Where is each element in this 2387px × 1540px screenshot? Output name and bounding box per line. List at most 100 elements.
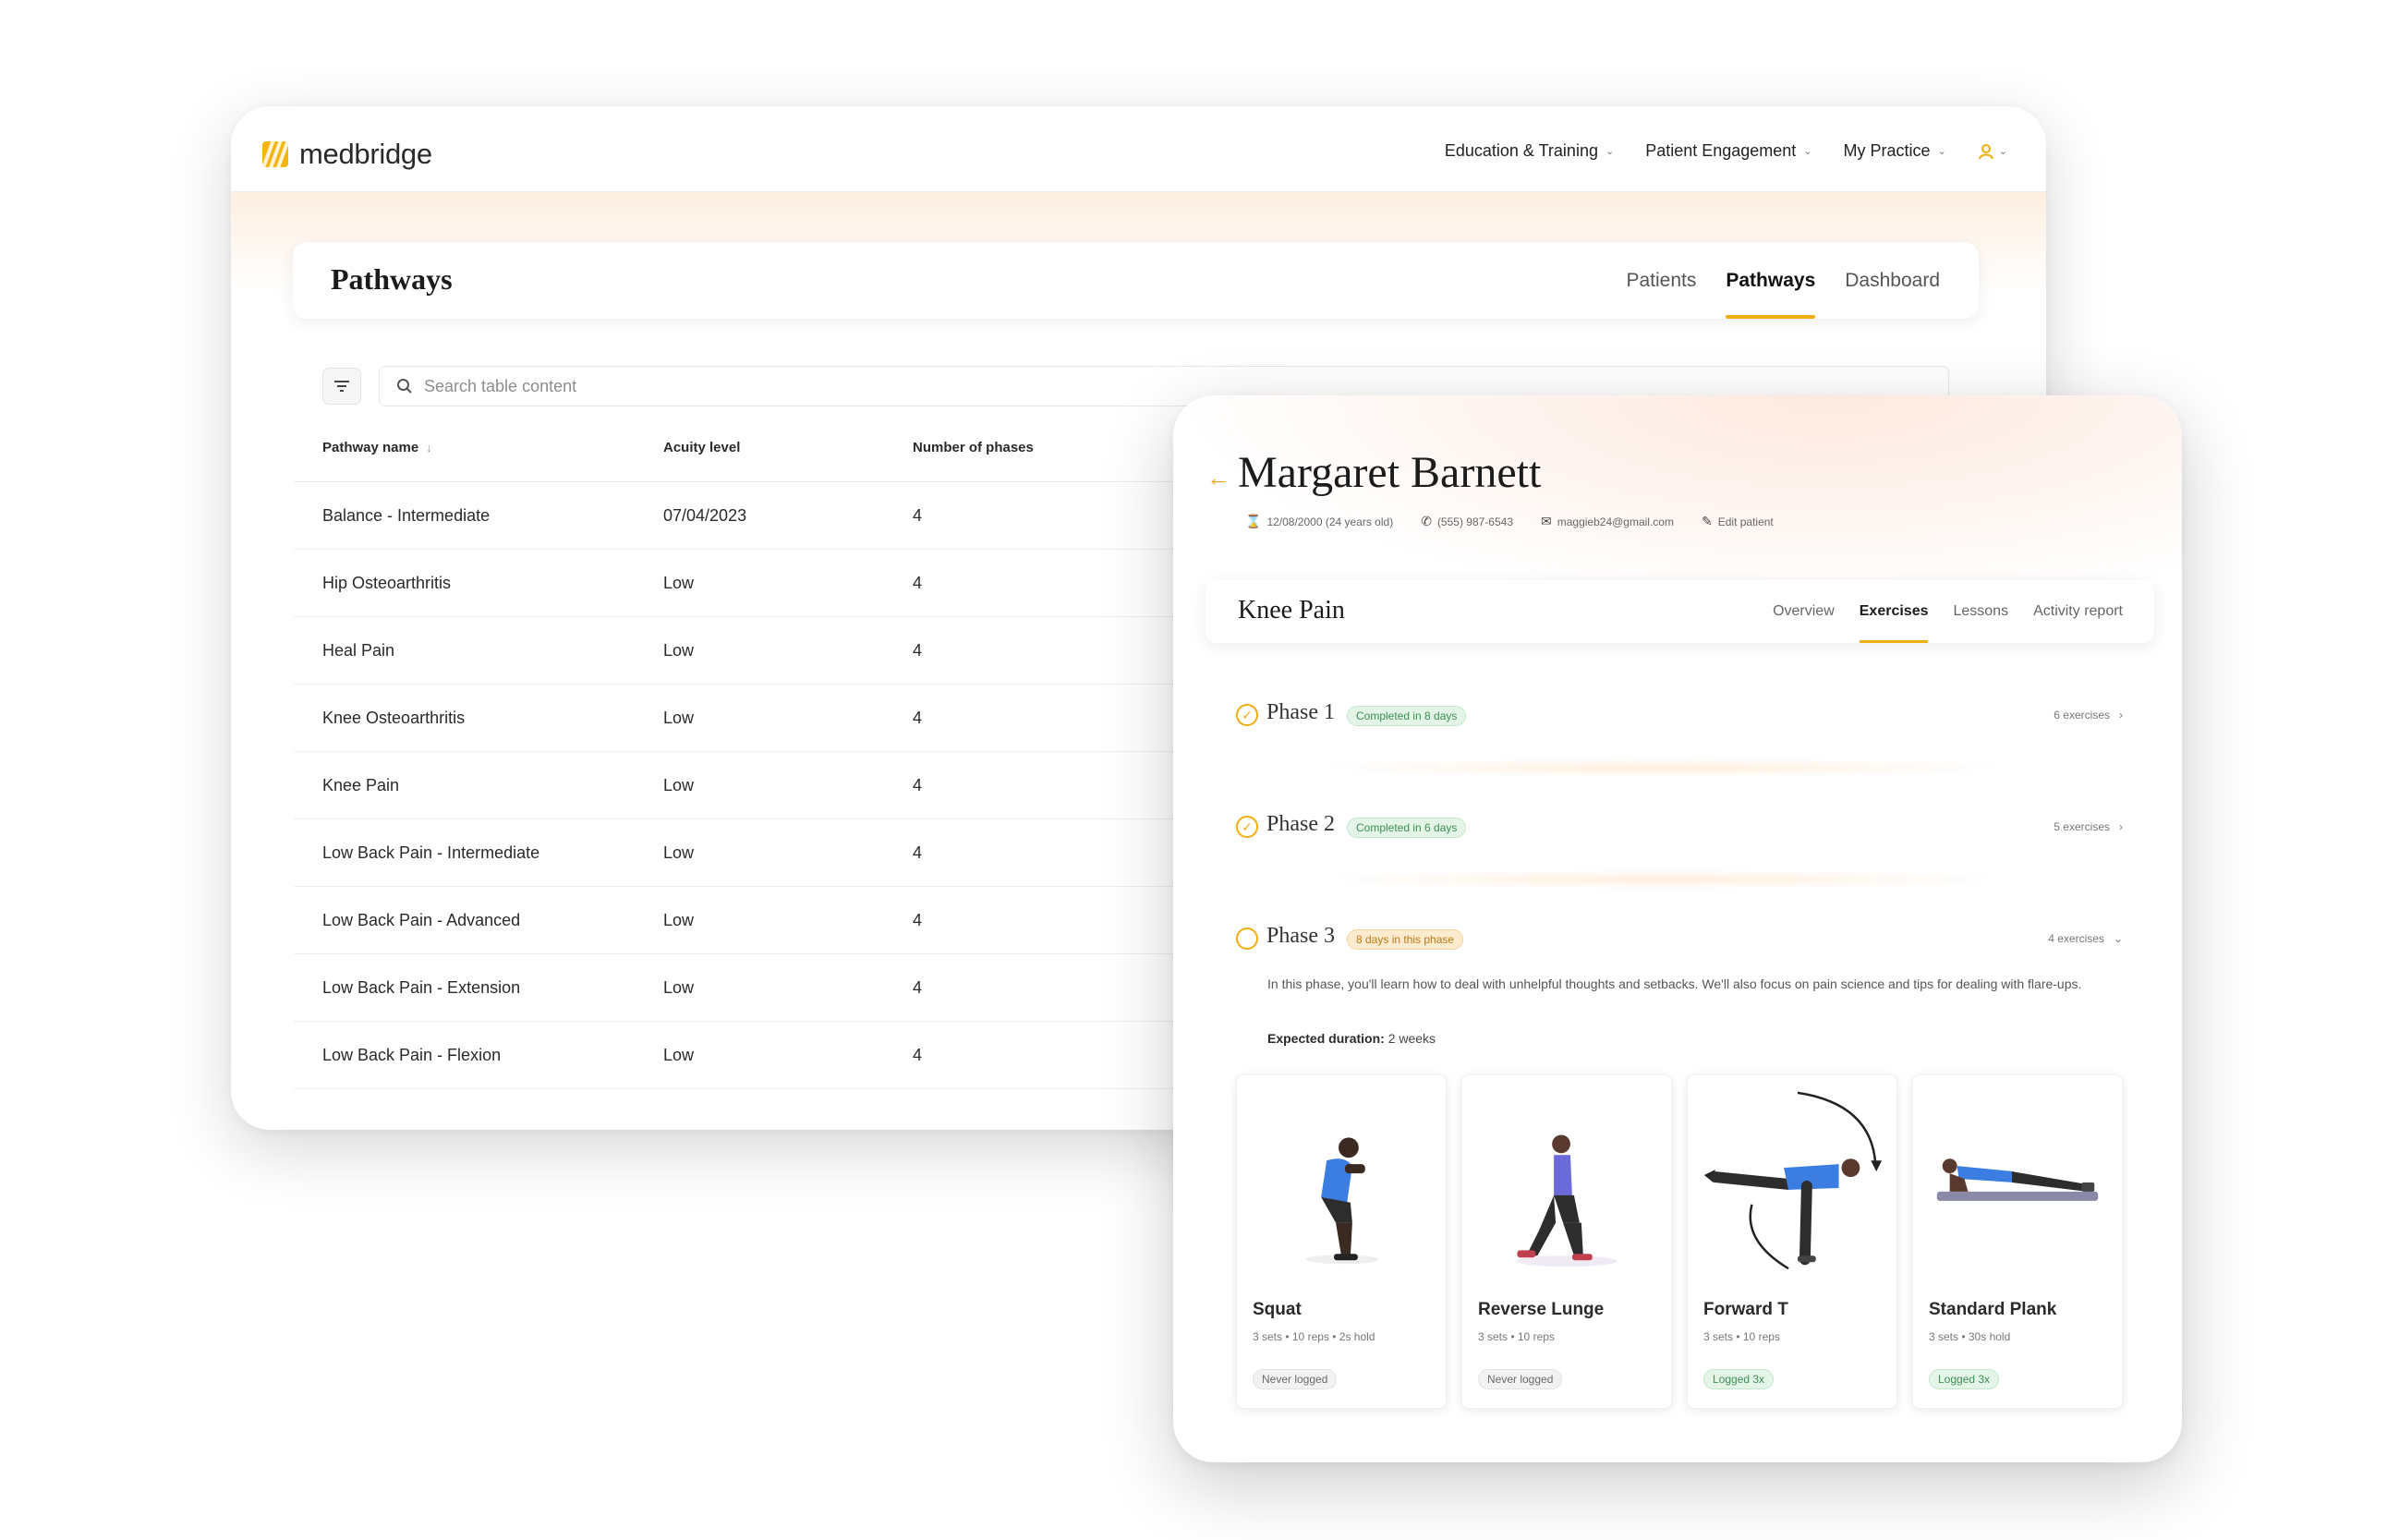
check-circle-icon: ✓	[1236, 704, 1258, 726]
nav-my-practice[interactable]: My Practice ⌄	[1844, 141, 1946, 161]
tab-lessons[interactable]: Lessons	[1953, 580, 2008, 643]
phase-row[interactable]: ✓ Phase 2 Completed in 6 days 5 exercise…	[1236, 808, 2123, 845]
patient-email[interactable]: ✉ maggieb24@gmail.com	[1541, 514, 1674, 529]
phone-icon: ✆	[1421, 514, 1432, 528]
table-row[interactable]: Knee Osteoarthritis Low 4	[294, 685, 1273, 752]
standard-plank-illustration	[1936, 1158, 2099, 1201]
exercise-name: Forward T	[1703, 1300, 1788, 1319]
reverse-lunge-illustration	[1516, 1134, 1618, 1267]
nav-education-training[interactable]: Education & Training ⌄	[1445, 141, 1614, 161]
chevron-down-icon: ⌄	[1937, 146, 1946, 157]
chevron-right-icon: ›	[2119, 820, 2123, 833]
exercise-name: Reverse Lunge	[1478, 1300, 1605, 1319]
filter-button[interactable]	[322, 368, 361, 405]
exercise-card[interactable]: Standard Plank 3 sets • 30s hold Logged …	[1912, 1074, 2123, 1409]
table-cell: Low Back Pain - Advanced	[322, 910, 521, 929]
exercise-card[interactable]: Squat 3 sets • 10 reps • 2s hold Never l…	[1236, 1074, 1447, 1409]
email-text: maggieb24@gmail.com	[1557, 515, 1674, 528]
pathway-header: Knee Pain Overview Exercises Lessons Act…	[1206, 580, 2154, 643]
phase-status-badge: 8 days in this phase	[1347, 929, 1464, 950]
nav-item-label: My Practice	[1843, 141, 1931, 160]
exercise-detail: 3 sets • 10 reps • 2s hold	[1253, 1330, 1375, 1343]
table-header: Pathway name ↓ Acuity level Number of pha…	[294, 414, 1273, 482]
phase-exercise-count: 4 exercises ⌄	[2048, 932, 2123, 945]
table-cell: Knee Osteoarthritis	[322, 708, 466, 727]
exercise-card[interactable]: Forward T 3 sets • 10 reps Logged 3x	[1687, 1074, 1897, 1409]
table-cell: Low	[663, 1045, 695, 1064]
squat-illustration	[1305, 1137, 1379, 1265]
table-cell: Low	[663, 775, 695, 794]
exercise-count-text: 6 exercises	[2054, 709, 2110, 721]
table-row[interactable]: Knee Pain Low 4	[294, 752, 1273, 819]
chevron-down-icon: ⌄	[2113, 932, 2123, 945]
exercise-status-badge: Logged 3x	[1703, 1369, 1775, 1389]
phase-name: Phase 1	[1266, 700, 1335, 724]
brand-logo[interactable]: medbridge	[262, 138, 432, 171]
divider	[1312, 758, 2014, 778]
patient-dob: ⌛ 12/08/2000 (24 years old)	[1245, 514, 1393, 529]
edit-patient-label: Edit patient	[1717, 515, 1774, 528]
sort-down-icon[interactable]: ↓	[426, 441, 432, 455]
phase-row[interactable]: ✓ Phase 1 Completed in 8 days 6 exercise…	[1236, 697, 2123, 734]
exercise-detail: 3 sets • 10 reps	[1478, 1330, 1555, 1343]
nav-menu: Education & Training ⌄ Patient Engagemen…	[1445, 141, 2007, 161]
chevron-down-icon: ⌄	[1605, 146, 1615, 157]
table-cell: Knee Pain	[322, 775, 400, 794]
table-row[interactable]: Hip Osteoarthritis Low 4	[294, 550, 1273, 617]
divider	[1312, 869, 2014, 890]
exercise-status-badge: Never logged	[1478, 1369, 1563, 1389]
page-tabs: Patients Pathways Dashboard	[1626, 242, 1940, 319]
table-row[interactable]: Balance - Intermediate 07/04/2023 4	[294, 482, 1273, 550]
column-header-acuity-level[interactable]: Acuity level	[663, 440, 913, 455]
phase-row[interactable]: Phase 3 8 days in this phase 4 exercises…	[1236, 920, 2123, 957]
forward-t-illustration	[1703, 1091, 1883, 1270]
user-icon	[1978, 143, 1993, 159]
column-header-pathway-name[interactable]: Pathway name ↓	[294, 440, 663, 455]
table-cell: Low Back Pain - Extension	[322, 977, 521, 997]
chevron-down-icon: ⌄	[1998, 146, 2007, 157]
brand-name: medbridge	[299, 138, 432, 170]
column-header-label: Pathway name	[322, 440, 419, 455]
table-cell: Balance - Intermediate	[322, 505, 491, 525]
table-cell: Low	[663, 910, 695, 929]
phase-exercise-count: 5 exercises ›	[2054, 820, 2123, 833]
table-cell: Hip Osteoarthritis	[322, 573, 452, 592]
nav-item-label: Education & Training	[1444, 141, 1598, 160]
table-row[interactable]: Low Back Pain - Advanced Low 4	[294, 887, 1273, 954]
table-row[interactable]: Low Back Pain - Intermediate Low 4	[294, 819, 1273, 887]
tab-dashboard[interactable]: Dashboard	[1845, 242, 1940, 319]
tab-exercises[interactable]: Exercises	[1859, 580, 1928, 643]
top-navigation: medbridge Education & Training ⌄ Patient…	[231, 106, 2046, 192]
check-circle-icon: ✓	[1236, 816, 1258, 838]
tab-activity-report[interactable]: Activity report	[2033, 580, 2123, 643]
phase-description: In this phase, you'll learn how to deal …	[1267, 976, 2082, 991]
patient-phone[interactable]: ✆ (555) 987-6543	[1421, 514, 1513, 529]
page-header: Pathways Patients Pathways Dashboard	[293, 242, 1979, 319]
user-menu-button[interactable]: ⌄	[1978, 143, 2007, 160]
exercise-card[interactable]: Reverse Lunge 3 sets • 10 reps Never log…	[1461, 1074, 1672, 1409]
exercise-count-text: 4 exercises	[2048, 932, 2104, 945]
tab-pathways[interactable]: Pathways	[1726, 242, 1815, 319]
hourglass-icon: ⌛	[1245, 514, 1262, 528]
back-arrow-icon[interactable]: ←	[1206, 464, 1230, 492]
phase-name: Phase 3	[1266, 924, 1335, 948]
tab-overview[interactable]: Overview	[1773, 580, 1835, 643]
table-cell: Low	[663, 573, 695, 592]
table-row[interactable]: Low Back Pain - Flexion Low 4	[294, 1022, 1273, 1089]
exercise-detail: 3 sets • 30s hold	[1929, 1330, 2011, 1343]
nav-patient-engagement[interactable]: Patient Engagement ⌄	[1645, 141, 1811, 161]
table-cell: Low	[663, 640, 695, 660]
pencil-icon: ✎	[1701, 514, 1713, 528]
header-glow	[1173, 395, 2182, 608]
pathway-title: Knee Pain	[1238, 596, 1345, 624]
exercise-name: Squat	[1253, 1300, 1302, 1319]
phase-exercise-count: 6 exercises ›	[2054, 709, 2123, 721]
table-row[interactable]: Heal Pain Low 4	[294, 617, 1273, 685]
pathways-table: Pathway name ↓ Acuity level Number of pha…	[294, 414, 1273, 1089]
medbridge-logo-icon	[262, 141, 288, 167]
table-row[interactable]: Low Back Pain - Extension Low 4	[294, 954, 1273, 1022]
duration-label: Expected duration:	[1267, 1031, 1385, 1046]
tab-patients[interactable]: Patients	[1626, 242, 1696, 319]
patient-window: ← Margaret Barnett ⌛ 12/08/2000 (24 years…	[1173, 395, 2182, 1462]
edit-patient-button[interactable]: ✎ Edit patient	[1702, 514, 1774, 529]
